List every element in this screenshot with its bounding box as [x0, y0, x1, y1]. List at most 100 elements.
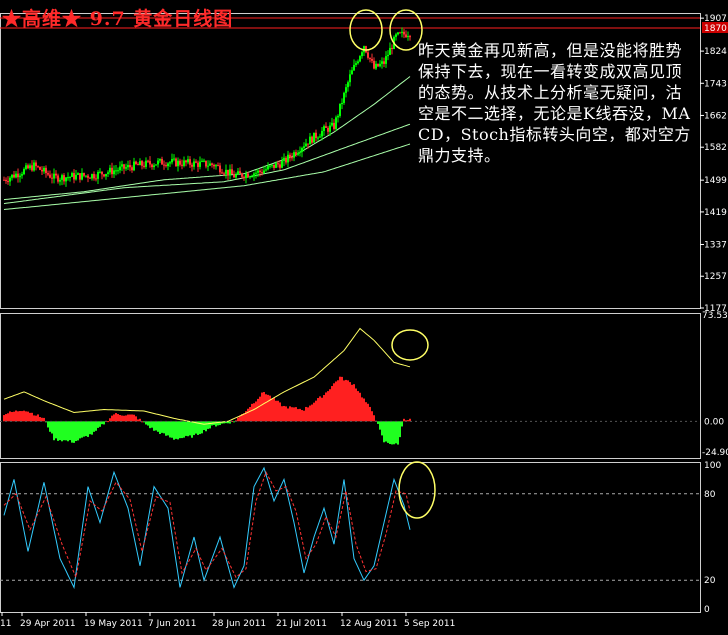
candle-body	[207, 165, 209, 167]
candle-body	[305, 143, 307, 147]
macd-bar	[69, 421, 71, 441]
stoch-d-line	[3, 470, 411, 580]
candle-body	[253, 173, 255, 177]
candle-body	[117, 170, 119, 172]
candle-body	[61, 175, 63, 180]
price-tick-label: 1824	[704, 47, 727, 57]
candle-body	[373, 60, 375, 69]
candle-body	[331, 122, 333, 126]
macd-bar	[131, 414, 133, 422]
date-tick-label: 11	[0, 619, 11, 629]
macd-bar	[181, 421, 183, 439]
date-tick-label: 12 Aug 2011	[340, 619, 398, 629]
candle-body	[285, 157, 287, 163]
macd-bar	[285, 406, 287, 422]
macd-bar	[389, 421, 391, 445]
candle-body	[67, 177, 69, 179]
candle-body	[263, 170, 265, 174]
macd-bar	[91, 421, 93, 435]
macd-bar	[391, 421, 393, 445]
macd-bar	[151, 421, 153, 428]
candle-body	[297, 152, 299, 155]
candle-body	[359, 56, 361, 62]
macd-bar	[87, 421, 89, 437]
candle-body	[231, 169, 233, 175]
macd-bar	[23, 410, 25, 422]
macd-bar	[381, 421, 383, 436]
macd-bar	[185, 421, 187, 436]
macd-bar	[253, 403, 255, 422]
macd-bar	[261, 392, 263, 422]
candle-body	[151, 164, 153, 168]
macd-bar	[59, 421, 61, 441]
candle-body	[133, 161, 135, 171]
macd-bar	[283, 405, 285, 422]
candle-body	[383, 61, 385, 64]
macd-bar	[135, 416, 137, 422]
date-tick-label: 19 May 2011	[84, 619, 143, 629]
macd-tick-label: 73.53	[702, 311, 728, 321]
macd-bar	[311, 404, 313, 422]
macd-bar	[289, 406, 291, 422]
macd-bar	[317, 398, 319, 422]
candle-body	[159, 158, 161, 161]
macd-bar	[21, 411, 23, 422]
candle-body	[29, 165, 31, 169]
candle-body	[9, 177, 11, 182]
candle-body	[287, 154, 289, 163]
macd-bar	[143, 421, 145, 423]
macd-bar	[57, 421, 59, 441]
candle-body	[281, 160, 283, 168]
macd-bar	[365, 402, 367, 422]
candle-body	[391, 47, 393, 49]
macd-bar	[107, 421, 109, 423]
macd-bar	[29, 412, 31, 422]
last-price-label: 1870	[704, 24, 727, 34]
date-tick-label: 21 Jul 2011	[276, 619, 327, 629]
candle-body	[33, 162, 35, 171]
macd-bar	[347, 380, 349, 422]
macd-histogram	[3, 376, 411, 445]
macd-bar	[177, 421, 179, 440]
macd-bar	[51, 421, 53, 434]
candle-body	[347, 82, 349, 88]
macd-bar	[153, 421, 155, 431]
candle-body	[187, 159, 189, 163]
candle-body	[367, 52, 369, 58]
candle-body	[233, 174, 235, 178]
candle-body	[105, 173, 107, 177]
macd-bar	[193, 421, 195, 436]
date-tick-label: 7 Jun 2011	[148, 619, 196, 629]
candle-body	[39, 166, 41, 170]
macd-bar	[355, 388, 357, 422]
macd-bar	[9, 411, 11, 422]
candle-body	[163, 164, 165, 166]
macd-bar	[353, 384, 355, 422]
macd-bar	[79, 421, 81, 439]
macd-bar	[349, 382, 351, 422]
macd-bar	[113, 414, 115, 422]
candle-body	[369, 57, 371, 59]
candle-body	[239, 171, 241, 174]
candle-body	[75, 174, 77, 180]
candle-body	[143, 165, 145, 167]
candle-body	[273, 164, 275, 168]
macd-bar	[267, 394, 269, 422]
macd-bar	[49, 421, 51, 432]
macd-bar	[319, 396, 321, 422]
macd-bar	[281, 406, 283, 422]
candle-body	[237, 171, 239, 175]
macd-bar	[11, 412, 13, 422]
candle-body	[255, 172, 257, 174]
candle-body	[195, 161, 197, 163]
macd-bar	[111, 415, 113, 422]
macd-bar	[407, 420, 409, 422]
candle-body	[7, 181, 9, 183]
macd-bar	[129, 414, 131, 422]
macd-tick-label: 0.00	[704, 417, 724, 427]
price-tick-label: 1662	[704, 111, 727, 121]
candle-body	[175, 158, 177, 167]
candle-body	[405, 34, 407, 38]
candle-body	[213, 164, 215, 167]
macd-bar	[93, 421, 95, 432]
